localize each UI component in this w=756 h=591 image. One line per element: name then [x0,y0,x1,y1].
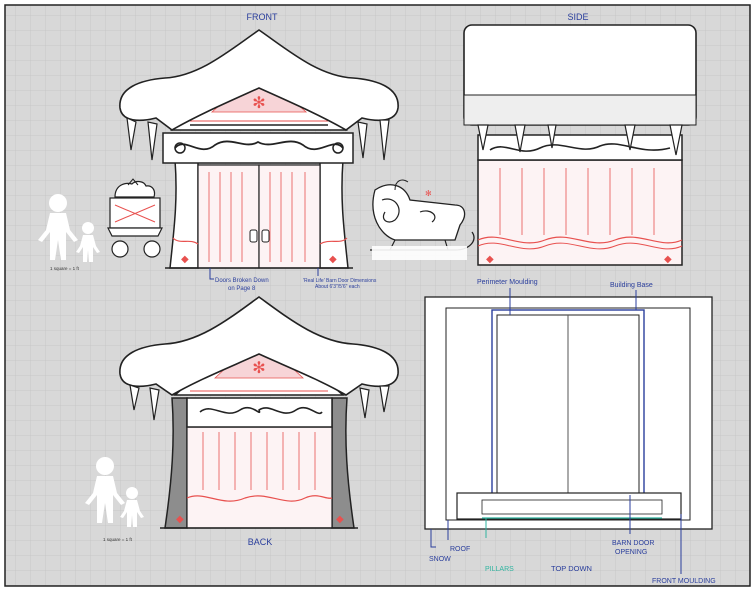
scale-note-back: 1 square = 1 ft [103,537,133,542]
doors-note-line2: on Page 8 [228,286,256,292]
barn-door-label-line1: BARN DOOR [612,540,654,547]
svg-text:◆: ◆ [176,514,184,525]
perimeter-moulding-label: Perimeter Moulding [477,279,538,286]
front-barn-door-left [197,164,260,269]
barn-door-label-line2: OPENING [615,549,647,556]
back-wall [186,426,333,529]
top-down-title: TOP DOWN [551,564,592,573]
svg-text:✻: ✻ [425,189,432,198]
door-handle-right [261,229,270,243]
side-view-title: SIDE [567,12,588,22]
scale-note-front: 1 square = 1 ft [50,266,80,271]
snow-label: SNOW [429,556,451,563]
concept-sheet: ✻ ◆ ◆ FRONT Doors Broken Down on Page 8 … [0,0,756,591]
svg-text:✻: ✻ [252,95,265,112]
doors-note-line1: Doors Broken Down [215,278,269,284]
svg-text:✻: ✻ [252,360,265,377]
side-view: SIDE ◆ ◆ [463,12,697,266]
pillars-label: PILLARS [485,566,514,573]
door-handle-left [249,229,258,243]
svg-text:◆: ◆ [336,514,344,525]
front-barn-door-right [258,164,321,269]
svg-text:◆: ◆ [486,254,494,265]
svg-text:◆: ◆ [329,254,337,265]
real-life-note-line2: About 6'3"/5'6" each [315,284,360,290]
svg-text:◆: ◆ [181,254,189,265]
side-wall [477,159,683,266]
back-view-title: BACK [248,537,273,547]
front-view-title: FRONT [247,12,278,22]
roof-label: ROOF [450,546,470,553]
front-moulding-label: FRONT MOULDING [652,578,716,585]
svg-text:◆: ◆ [664,254,672,265]
front-scroll-beam [162,132,354,164]
building-base-label: Building Base [610,282,653,289]
